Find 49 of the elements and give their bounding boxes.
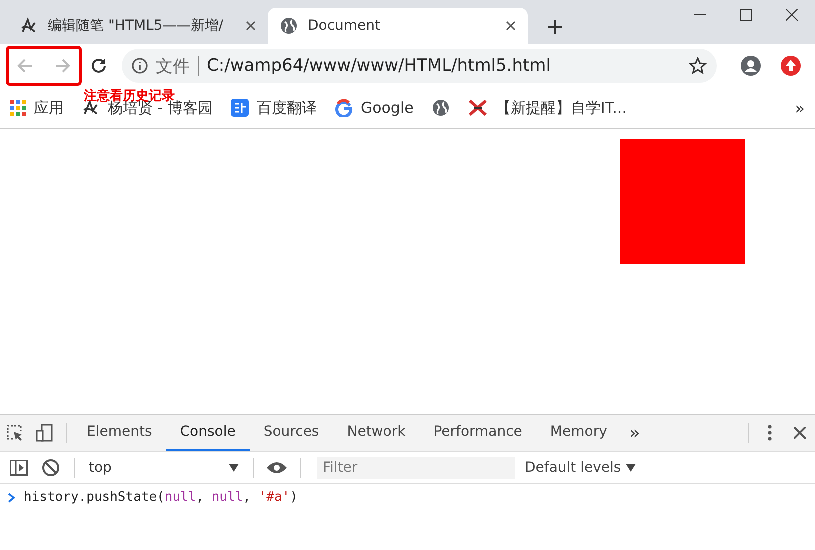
close-icon[interactable] [506,21,516,31]
star-icon[interactable] [689,57,707,75]
url-text: C:/wamp64/www/www/HTML/html5.html [207,56,552,76]
globe-icon [280,17,298,35]
devtools-tab[interactable]: Elements [73,415,166,451]
globe-icon [432,99,450,117]
security-label: 文件 [156,56,190,78]
clear-icon[interactable] [42,458,60,476]
devtools-tab[interactable]: Network [333,415,420,451]
console-input[interactable]: history.pushState(null, null, '#a') [24,490,298,505]
menu-icon[interactable] [768,425,772,441]
minimize-icon[interactable] [694,14,706,16]
context-dropdown[interactable]: top [83,460,245,476]
extension-icon[interactable] [781,56,801,76]
caret-icon[interactable] [626,464,636,472]
filter-field[interactable]: Filter [317,456,515,478]
close-icon[interactable] [246,21,256,31]
more-bookmarks[interactable]: » [795,98,805,118]
devtools-tab[interactable]: Sources [250,415,334,451]
devtools-tab[interactable]: Console [166,415,250,451]
address-bar[interactable]: 文件 C:/wamp64/www/www/HTML/html5.html [122,49,717,83]
devtools-tab[interactable]: Memory [536,415,622,451]
browser-tab[interactable]: 编辑随笔 "HTML5——新增/ [8,8,268,44]
bookmark[interactable]: Google [334,99,414,117]
prompt-icon [8,492,16,502]
reload-icon[interactable] [90,57,108,75]
apps-grid-icon [10,100,26,116]
bookmark[interactable]: 百度翻译 [230,98,317,118]
bookmark[interactable]: 【新提醒】自学IT... [468,98,627,118]
more-tabs[interactable]: » [621,422,648,444]
close-icon[interactable] [794,427,806,439]
eye-icon[interactable] [266,460,288,474]
cross-logo-icon [468,99,488,117]
device-icon[interactable] [36,424,54,442]
translate-icon [230,99,249,117]
browser-tab[interactable]: Document [268,8,528,44]
sidebar-toggle-icon[interactable] [10,460,28,476]
google-g-icon [334,99,353,117]
maximize-icon[interactable] [740,9,752,21]
levels-dropdown[interactable]: Default levels [525,460,636,476]
inspect-icon[interactable] [6,424,24,442]
bookmark[interactable]: 应用 [10,98,64,118]
devtools-tab[interactable]: Performance [420,415,536,451]
info-icon[interactable] [132,58,148,74]
profile-icon[interactable] [741,56,761,76]
caret-icon[interactable] [229,464,239,472]
new-tab-icon[interactable] [548,20,562,34]
pen-logo-icon [20,17,38,35]
close-icon[interactable] [786,9,798,21]
